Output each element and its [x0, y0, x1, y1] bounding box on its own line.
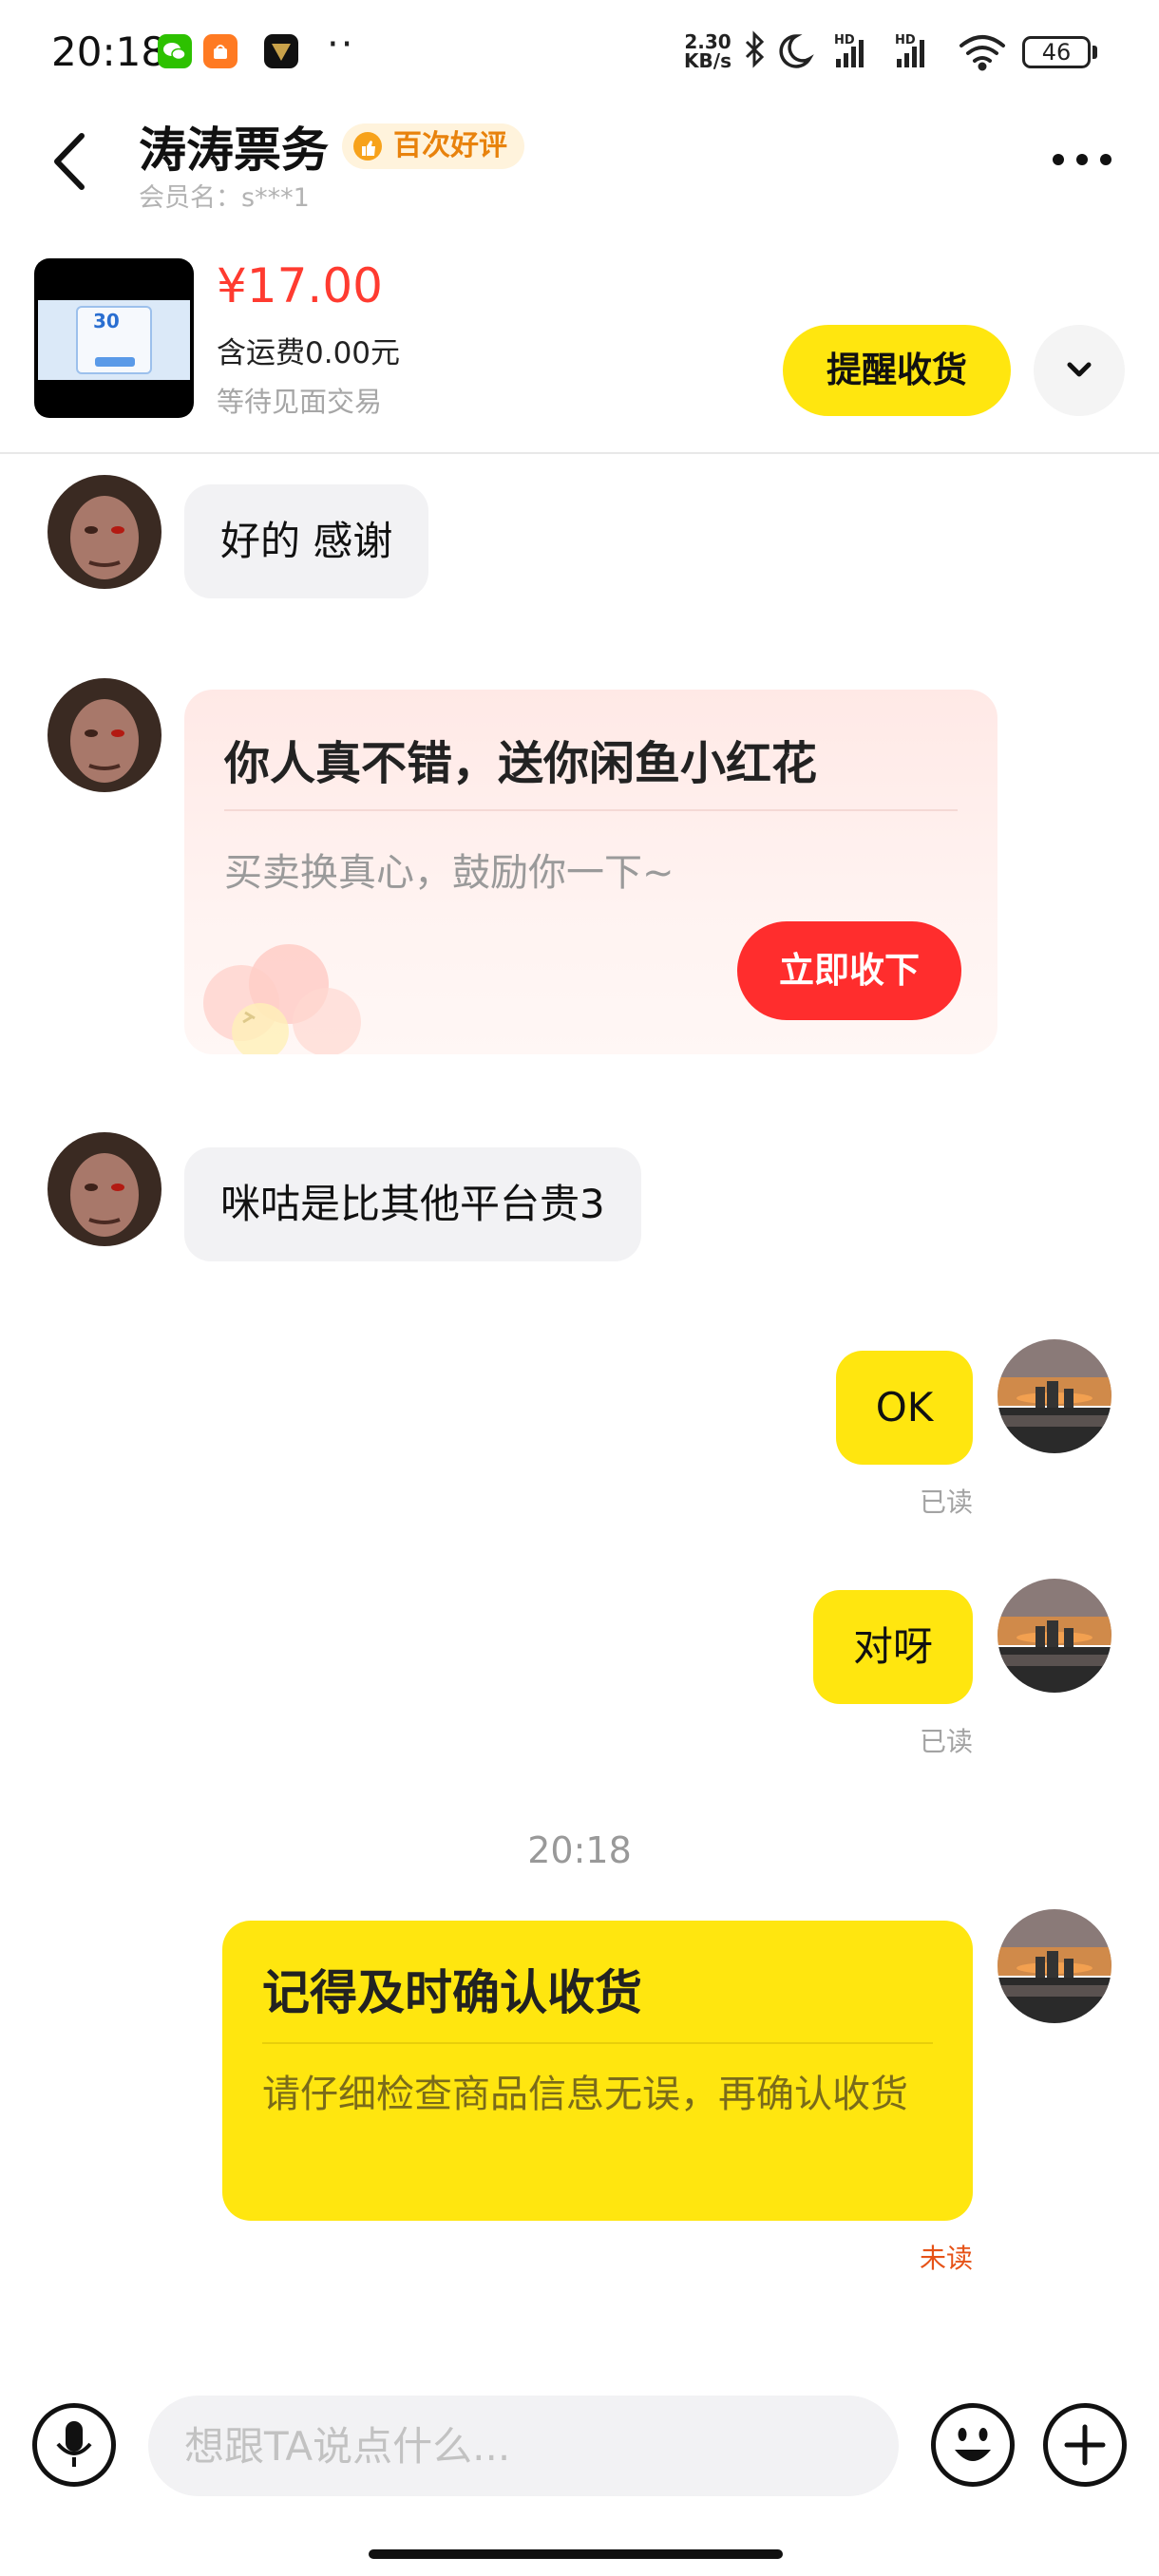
- shop-name[interactable]: 涛涛票务: [139, 112, 329, 180]
- network-speed-value: 2.30: [684, 30, 732, 53]
- status-bar: 20:18 ·· 2.30 KB/s HD HD 46: [0, 0, 1159, 104]
- confirm-receipt-card[interactable]: 记得及时确认收货 请仔细检查商品信息无误，再确认收货: [222, 1921, 973, 2221]
- signal-hd-2-icon: HD: [895, 33, 924, 67]
- card-divider: [224, 809, 958, 811]
- wechat-icon: [158, 34, 192, 68]
- voice-button[interactable]: [32, 2403, 116, 2487]
- overflow-dots: ··: [327, 23, 355, 66]
- badge-label: 百次好评: [393, 129, 507, 162]
- read-status: 已读: [919, 1487, 973, 1518]
- hd-label-2: HD: [895, 33, 916, 47]
- network-speed: 2.30 KB/s: [680, 32, 735, 70]
- bluetooth-icon: [745, 30, 765, 68]
- status-time: 20:18: [51, 28, 167, 75]
- card-title: 你人真不错，送你闲鱼小红花: [224, 737, 818, 790]
- thumbnail-number: 30: [93, 310, 120, 332]
- taobao-icon: [203, 34, 238, 68]
- header-area: 20:18 ·· 2.30 KB/s HD HD 46 涛涛票务 百次好评 会员…: [0, 0, 1159, 454]
- message-bubble[interactable]: 咪咕是比其他平台贵3: [184, 1147, 641, 1261]
- reminder-divider: [262, 2042, 933, 2044]
- shipping-info: 含运费0.00元: [217, 336, 401, 370]
- my-avatar[interactable]: [998, 1339, 1112, 1453]
- signal-hd-1-icon: HD: [834, 33, 864, 67]
- chevron-left-icon: [54, 133, 85, 190]
- hd-label-1: HD: [834, 33, 855, 47]
- my-message-bubble[interactable]: 对呀: [813, 1590, 973, 1704]
- wifi-icon: [960, 35, 1005, 71]
- microphone-icon: [56, 2421, 92, 2467]
- chevron-down-icon: [1067, 362, 1092, 377]
- my-avatar[interactable]: [998, 1579, 1112, 1693]
- battery-indicator: 46: [1022, 36, 1091, 68]
- reminder-body: 请仔细检查商品信息无误，再确认收货: [262, 2073, 908, 2116]
- emoji-button[interactable]: [931, 2403, 1015, 2487]
- message-input[interactable]: [148, 2396, 899, 2496]
- message-bubble[interactable]: 好的 感谢: [184, 484, 429, 598]
- thumbs-up-icon: [353, 132, 382, 161]
- my-avatar[interactable]: [998, 1909, 1112, 2023]
- network-speed-unit: KB/s: [684, 49, 732, 72]
- deal-type: 等待见面交易: [217, 386, 383, 418]
- do-not-disturb-icon: [779, 34, 814, 68]
- more-dots-icon: [1053, 154, 1112, 165]
- product-price: ¥17.00: [217, 258, 383, 313]
- emoji-icon: [955, 2428, 991, 2461]
- message-timestamp: 20:18: [527, 1829, 632, 1871]
- status-icons: HD HD: [745, 30, 1005, 71]
- home-indicator[interactable]: [369, 2549, 783, 2559]
- red-flower-card: 你人真不错，送你闲鱼小红花 买卖换真心，鼓励你一下~ 立即收下: [184, 690, 998, 1054]
- my-message-bubble[interactable]: OK: [836, 1351, 973, 1465]
- product-thumbnail[interactable]: 30: [34, 258, 194, 418]
- reminder-title: 记得及时确认收货: [262, 1965, 642, 2020]
- seller-avatar[interactable]: [48, 1132, 162, 1246]
- card-subtitle: 买卖换真心，鼓励你一下~: [224, 851, 674, 895]
- flower-mascot-icon: [203, 944, 361, 1054]
- thumbnail-bar: [95, 357, 135, 367]
- accept-flower-button[interactable]: 立即收下: [737, 921, 961, 1020]
- seller-avatar[interactable]: [48, 678, 162, 792]
- expand-button[interactable]: [1034, 325, 1125, 416]
- plus-icon: [1064, 2424, 1106, 2466]
- rating-badge: 百次好评: [342, 123, 524, 169]
- unread-status: 未读: [919, 2243, 973, 2274]
- more-actions-button[interactable]: [1043, 2403, 1127, 2487]
- remind-delivery-button[interactable]: 提醒收货: [783, 325, 1011, 416]
- more-options-button[interactable]: [1049, 141, 1115, 179]
- back-button[interactable]: [46, 128, 93, 195]
- member-name: 会员名：s***1: [139, 183, 310, 213]
- vip-app-icon: [264, 34, 298, 68]
- thumbnail-ticket: 30: [76, 306, 152, 374]
- thumbnail-banner: 30: [38, 300, 190, 380]
- seller-avatar[interactable]: [48, 475, 162, 589]
- battery-tip: [1092, 46, 1097, 59]
- read-status: 已读: [919, 1726, 973, 1757]
